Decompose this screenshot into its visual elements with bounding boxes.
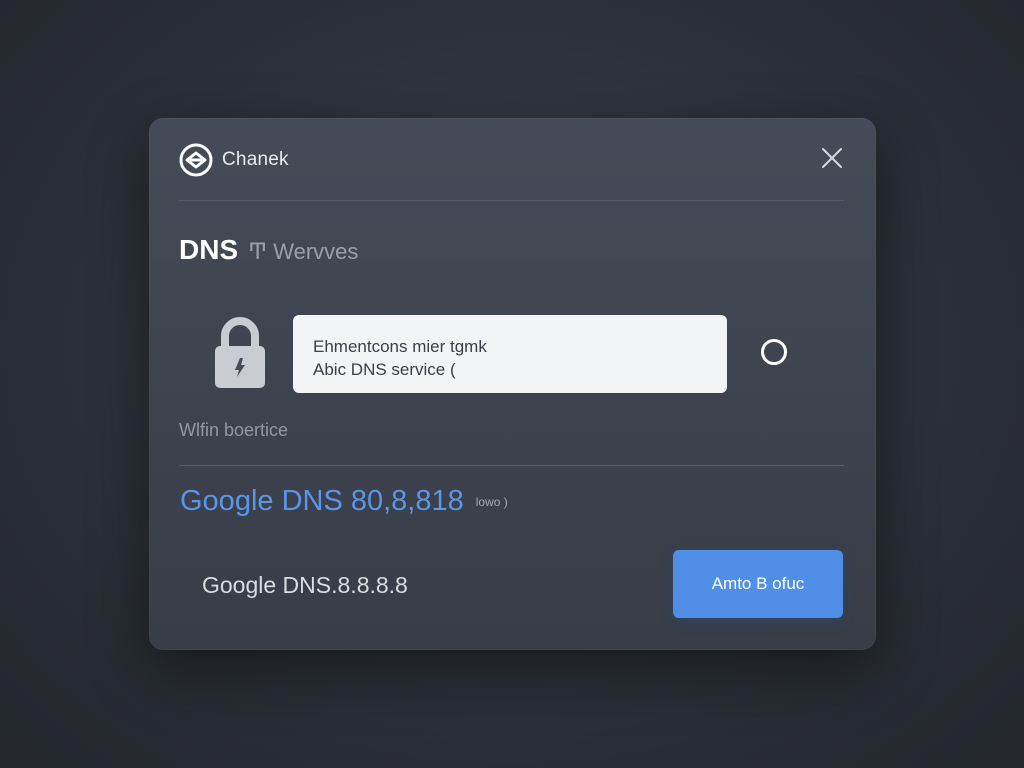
dialog-header: Chanek bbox=[179, 143, 289, 177]
section-title-main: DNS bbox=[179, 234, 239, 265]
section-divider bbox=[179, 465, 844, 466]
google-dns-tag: lowo ) bbox=[475, 494, 508, 509]
lock-icon bbox=[211, 314, 269, 390]
selected-dns-value: Google DNS.8.8.8.8 bbox=[202, 572, 408, 598]
app-name: Chanek bbox=[222, 149, 289, 170]
section-title-mark: Ͳ bbox=[248, 239, 268, 264]
dns-info-box[interactable]: Ehmentcons mier tgmk Abic DNS service ( bbox=[293, 315, 727, 393]
radio-unselected-icon[interactable] bbox=[761, 339, 787, 365]
section-title-sub: Ͳ Wervves bbox=[248, 239, 358, 265]
header-divider bbox=[179, 200, 844, 201]
info-line-1: Ehmentcons mier tgmk bbox=[313, 337, 487, 356]
section-title: DNS Ͳ Wervves bbox=[179, 234, 358, 266]
section-title-subtitle: Wervves bbox=[273, 239, 359, 264]
chain-link-logo-icon bbox=[179, 143, 213, 177]
google-dns-row: Google DNS 80,8,818 lowo ) bbox=[180, 485, 508, 518]
close-button[interactable] bbox=[820, 146, 844, 170]
info-line-2: Abic DNS service ( bbox=[313, 360, 456, 379]
dns-dialog: Chanek DNS Ͳ Wervves Ehmentcons mier tgm… bbox=[149, 118, 876, 650]
close-icon bbox=[822, 148, 842, 168]
apply-button[interactable]: Amto B ofuc bbox=[673, 550, 843, 618]
google-dns-link[interactable]: Google DNS 80,8,818 bbox=[180, 485, 464, 518]
service-label: Wlfin boertice bbox=[179, 420, 289, 440]
